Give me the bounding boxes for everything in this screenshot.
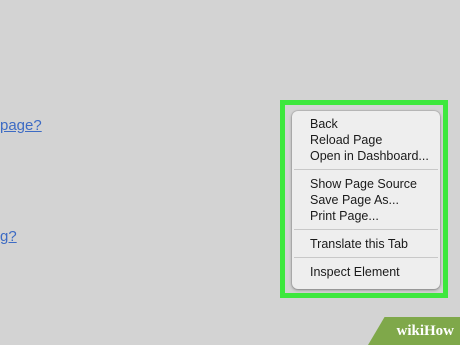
- menu-divider: [294, 169, 438, 170]
- context-menu: Back Reload Page Open in Dashboard... Sh…: [292, 111, 440, 289]
- menu-group-inspect: Inspect Element: [292, 264, 440, 280]
- wikihow-wiki-text: wiki: [396, 322, 424, 339]
- menu-divider: [294, 229, 438, 230]
- menu-item-reload-page[interactable]: Reload Page: [292, 132, 440, 148]
- menu-item-save-page-as[interactable]: Save Page As...: [292, 192, 440, 208]
- menu-item-back[interactable]: Back: [292, 116, 440, 132]
- menu-item-print-page[interactable]: Print Page...: [292, 208, 440, 224]
- menu-divider: [294, 257, 438, 258]
- menu-item-open-in-dashboard[interactable]: Open in Dashboard...: [292, 148, 440, 164]
- menu-group-page: Show Page Source Save Page As... Print P…: [292, 176, 440, 224]
- menu-group-navigation: Back Reload Page Open in Dashboard...: [292, 116, 440, 164]
- wikihow-watermark: wiki How: [368, 317, 460, 345]
- menu-item-inspect-element[interactable]: Inspect Element: [292, 264, 440, 280]
- menu-item-show-page-source[interactable]: Show Page Source: [292, 176, 440, 192]
- menu-item-translate-this-tab[interactable]: Translate this Tab: [292, 236, 440, 252]
- menu-group-translate: Translate this Tab: [292, 236, 440, 252]
- wikihow-how-text: How: [424, 322, 454, 339]
- question-link-1[interactable]: page?: [0, 117, 42, 134]
- question-link-2[interactable]: g?: [0, 228, 17, 245]
